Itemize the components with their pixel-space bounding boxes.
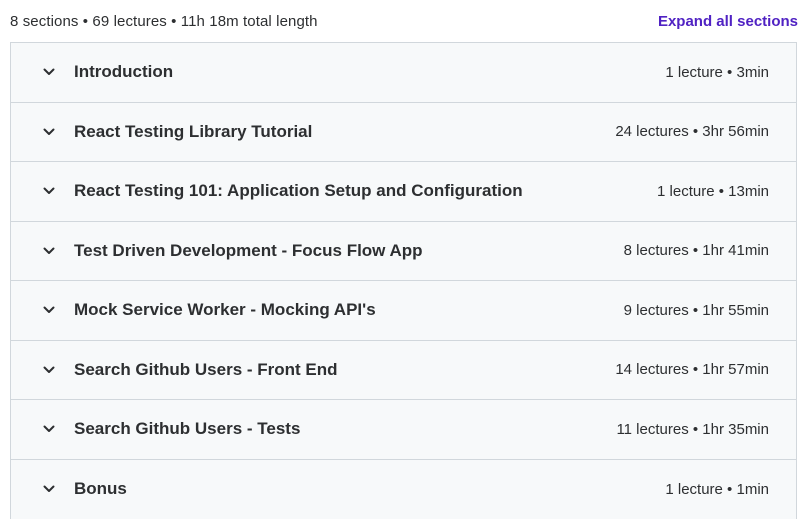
section-meta: 11 lectures • 1hr 35min	[616, 420, 769, 438]
section-title: Test Driven Development - Focus Flow App	[74, 240, 423, 260]
chevron-down-icon	[42, 363, 56, 377]
curriculum-summary-bar: 8 sections • 69 lectures • 11h 18m total…	[10, 0, 798, 42]
section-meta: 8 lectures • 1hr 41min	[623, 242, 769, 260]
chevron-down-icon	[42, 65, 56, 79]
expand-all-sections-button[interactable]: Expand all sections	[658, 13, 798, 30]
chevron-down-icon	[42, 482, 56, 496]
chevron-down-icon	[42, 244, 56, 258]
chevron-down-icon	[42, 303, 56, 317]
section-title: React Testing Library Tutorial	[74, 121, 313, 141]
section-meta: 14 lectures • 1hr 57min	[615, 361, 769, 379]
section-meta: 1 lecture • 1min	[665, 480, 769, 498]
section-row-react-testing-101[interactable]: React Testing 101: Application Setup and…	[11, 162, 796, 222]
section-title: Bonus	[74, 479, 127, 499]
curriculum-section-list: Introduction 1 lecture • 3min React Test…	[10, 42, 797, 519]
section-meta: 24 lectures • 3hr 56min	[615, 123, 769, 141]
section-meta: 9 lectures • 1hr 55min	[623, 301, 769, 319]
section-row-search-github-users-tests[interactable]: Search Github Users - Tests 11 lectures …	[11, 400, 796, 460]
section-title: Introduction	[74, 62, 174, 82]
section-row-bonus[interactable]: Bonus 1 lecture • 1min	[11, 459, 796, 519]
section-row-mock-service-worker[interactable]: Mock Service Worker - Mocking API's 9 le…	[11, 281, 796, 341]
section-row-introduction[interactable]: Introduction 1 lecture • 3min	[11, 43, 796, 103]
section-meta: 1 lecture • 3min	[665, 63, 769, 81]
section-row-test-driven-development[interactable]: Test Driven Development - Focus Flow App…	[11, 221, 796, 281]
section-title: React Testing 101: Application Setup and…	[74, 181, 523, 201]
section-title: Mock Service Worker - Mocking API's	[74, 300, 376, 320]
section-title: Search Github Users - Front End	[74, 359, 338, 379]
chevron-down-icon	[42, 125, 56, 139]
section-row-react-testing-library-tutorial[interactable]: React Testing Library Tutorial 24 lectur…	[11, 102, 796, 162]
chevron-down-icon	[42, 422, 56, 436]
curriculum-summary-text: 8 sections • 69 lectures • 11h 18m total…	[10, 12, 318, 30]
chevron-down-icon	[42, 184, 56, 198]
section-title: Search Github Users - Tests	[74, 419, 301, 439]
section-row-search-github-users-front-end[interactable]: Search Github Users - Front End 14 lectu…	[11, 340, 796, 400]
section-meta: 1 lecture • 13min	[657, 182, 769, 200]
